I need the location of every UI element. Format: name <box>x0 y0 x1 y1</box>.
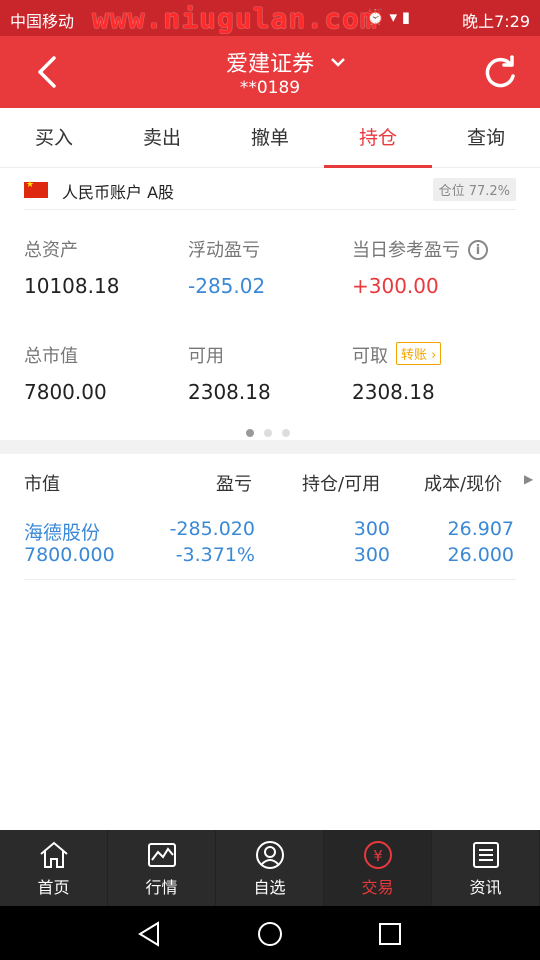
nav-watchlist-label: 自选 <box>253 878 286 897</box>
withdrawable-value: 2308.18 <box>352 380 435 404</box>
col-pl: 盈亏 <box>216 474 252 495</box>
stock-pl: -285.020 <box>169 518 255 540</box>
tab-buy[interactable]: 买入 <box>0 108 108 167</box>
col-cost-price: 成本/现价 <box>424 474 503 495</box>
withdrawable: 可取 转账 › 2308.18 <box>352 342 442 404</box>
refresh-icon[interactable] <box>480 52 520 92</box>
nav-watchlist[interactable]: 自选 <box>216 830 324 906</box>
account-row: 人民币账户 A股 仓位 77.2% <box>24 170 516 210</box>
system-back-icon[interactable] <box>136 920 164 948</box>
system-home-icon[interactable] <box>256 920 284 948</box>
china-flag-icon <box>24 180 48 198</box>
page-dot <box>264 429 272 437</box>
nav-home-label: 首页 <box>37 878 70 897</box>
nav-news[interactable]: 资讯 <box>432 830 540 906</box>
available-label: 可用 <box>188 346 224 367</box>
nav-market[interactable]: 行情 <box>108 830 216 906</box>
system-nav-bar <box>0 906 540 960</box>
stock-available: 300 <box>353 544 390 566</box>
today-pl-label: 当日参考盈亏 <box>352 240 460 261</box>
tab-cancel[interactable]: 撤单 <box>216 108 324 167</box>
chevron-down-icon <box>331 58 345 67</box>
info-icon[interactable]: i <box>468 240 488 260</box>
transfer-button[interactable]: 转账 › <box>396 342 442 365</box>
chart-icon <box>147 843 176 867</box>
trade-tabs: 买入 卖出 撤单 持仓 查询 <box>0 108 540 168</box>
stock-pl-pct: -3.371% <box>175 544 255 566</box>
home-icon <box>39 841 68 868</box>
watermark: www.niugulan.com <box>92 2 378 35</box>
float-pl-value: -285.02 <box>188 274 266 298</box>
tab-sell[interactable]: 卖出 <box>108 108 216 167</box>
tab-query[interactable]: 查询 <box>432 108 540 167</box>
total-assets-label: 总资产 <box>24 240 78 261</box>
holdings-header: 市值 盈亏 持仓/可用 成本/现价 ▶ <box>24 470 533 495</box>
clock: 晚上7:29 <box>462 12 530 31</box>
position-ratio-badge: 仓位 77.2% <box>432 178 516 201</box>
market-value-value: 7800.00 <box>24 380 107 404</box>
yuan-circle-icon: ¥ <box>363 841 392 869</box>
stock-name: 海德股份 <box>24 522 101 544</box>
nav-trade[interactable]: ¥ 交易 <box>324 830 432 906</box>
account-type: 人民币账户 A股 <box>62 183 175 202</box>
stock-holding: 300 <box>353 518 390 540</box>
nav-home[interactable]: 首页 <box>0 830 108 906</box>
account-number: **0189 <box>239 78 301 98</box>
nav-news-label: 资讯 <box>469 878 502 897</box>
total-assets-value: 10108.18 <box>24 274 120 298</box>
nav-trade-label: 交易 <box>361 878 394 897</box>
page-indicator <box>246 422 300 441</box>
stock-cost: 26.907 <box>447 518 514 540</box>
col-market-value: 市值 <box>24 474 60 495</box>
page-dot <box>246 429 254 437</box>
col-holding: 持仓/可用 <box>302 474 381 495</box>
app-header: 爱建证券 **0189 <box>0 36 540 108</box>
transfer-label: 转账 <box>401 348 428 363</box>
page-dot <box>282 429 290 437</box>
svg-text:¥: ¥ <box>373 847 383 865</box>
scroll-right-icon[interactable]: ▶ <box>524 472 533 486</box>
withdrawable-label: 可取 <box>352 346 388 367</box>
section-divider <box>0 440 540 454</box>
system-recents-icon[interactable] <box>376 920 404 948</box>
stock-market-value: 7800.000 <box>24 544 115 566</box>
float-pl-label: 浮动盈亏 <box>188 240 260 261</box>
nav-market-label: 行情 <box>145 878 178 897</box>
market-value-label: 总市值 <box>24 346 78 367</box>
float-pl: 浮动盈亏 -285.02 <box>188 236 265 298</box>
broker-selector[interactable]: 爱建证券 <box>0 46 540 78</box>
table-row[interactable]: 海德股份 7800.000 -285.020 -3.371% 300 300 2… <box>24 518 516 580</box>
tab-holdings[interactable]: 持仓 <box>324 108 432 168</box>
today-pl: 当日参考盈亏 i +300.00 <box>352 236 488 298</box>
market-value: 总市值 7800.00 <box>24 342 107 404</box>
today-pl-value: +300.00 <box>352 274 439 298</box>
available-value: 2308.18 <box>188 380 271 404</box>
news-icon <box>472 842 499 868</box>
total-assets: 总资产 10108.18 <box>24 236 119 298</box>
broker-name: 爱建证券 <box>225 52 314 77</box>
status-bar: 中国移动 www.niugulan.com ⏰ ▾ ▮ 晚上7:29 <box>0 0 540 36</box>
user-circle-icon <box>255 841 284 869</box>
stock-price: 26.000 <box>447 544 514 566</box>
carrier-name: 中国移动 <box>10 12 75 31</box>
status-icons: ⏰ ▾ ▮ <box>366 8 410 26</box>
available: 可用 2308.18 <box>188 342 271 404</box>
bottom-nav: 首页 行情 自选 ¥ 交易 资讯 <box>0 830 540 906</box>
